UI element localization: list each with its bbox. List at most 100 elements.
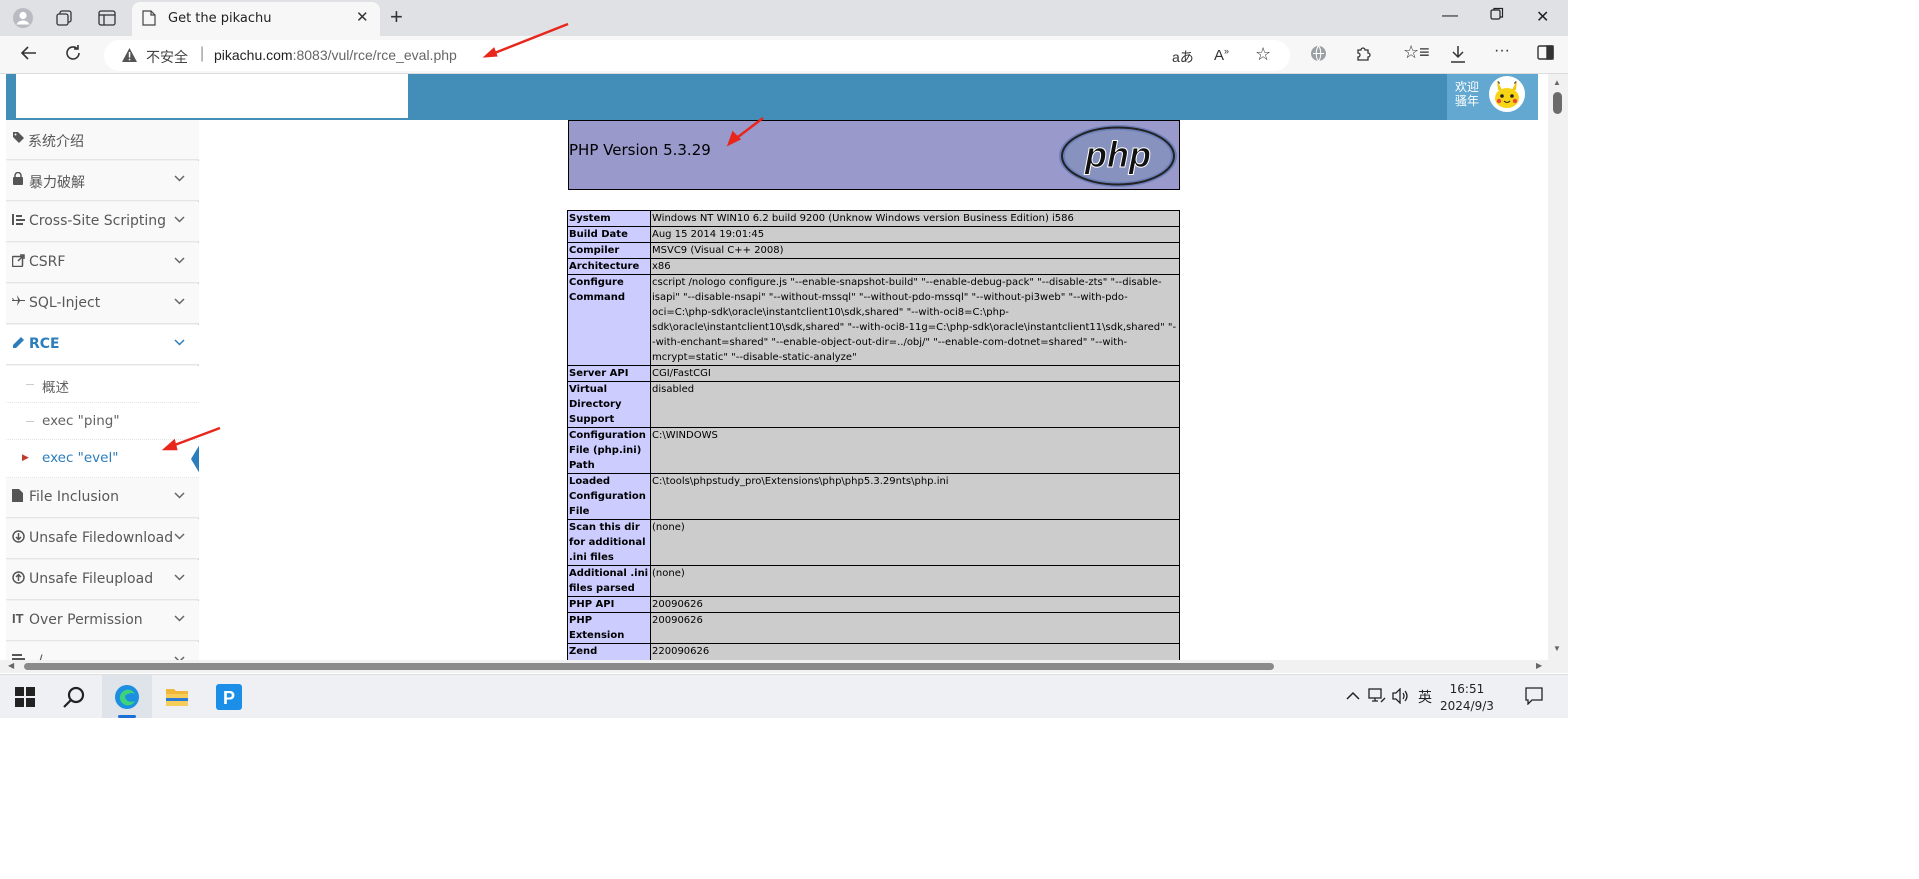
phpinfo-value: C:\WINDOWS	[650, 427, 1180, 474]
file-explorer-icon[interactable]	[165, 686, 189, 713]
horizontal-scrollbar[interactable]: ◀ ▶	[0, 660, 1568, 673]
sidebar-item-csrf[interactable]: CSRF	[6, 243, 199, 283]
taskbar-edge-active[interactable]	[102, 675, 152, 718]
sidebar-item-intro[interactable]: 系统介绍	[6, 120, 199, 160]
search-icon[interactable]	[62, 685, 86, 714]
phpinfo-header: PHP Version 5.3.29 php	[568, 120, 1180, 190]
phpinfo-value: MSVC9 (Visual C++ 2008)	[650, 242, 1180, 259]
phpinfo-row: PHP Extension 20090626	[567, 612, 1180, 644]
address-bar[interactable]: 不安全 | pikachu.com:8083/vul/rce/rce_eval.…	[104, 40, 1290, 71]
url-path: :8083/vul/rce/rce_eval.php	[292, 47, 457, 63]
favorite-star-icon[interactable]: ☆	[1255, 44, 1271, 65]
sidebar-item-label: SQL-Inject	[29, 295, 101, 311]
sidebar-item-over-permission[interactable]: IT Over Permission	[6, 601, 199, 641]
scroll-down-icon[interactable]: ▼	[1553, 644, 1561, 653]
sidebar-item-label: 系统介绍	[28, 134, 84, 150]
sidebar-subitem-overview[interactable]: 概述	[6, 366, 199, 403]
refresh-icon[interactable]	[64, 44, 82, 67]
sidebar-item-file-inclusion[interactable]: File Inclusion	[6, 478, 199, 518]
phpinfo-key: Virtual Directory Support	[567, 381, 651, 428]
phpinfo-key: Zend Extension	[567, 643, 651, 660]
phpinfo-row: Build Date Aug 15 2014 19:01:45	[567, 226, 1180, 243]
scroll-left-icon[interactable]: ◀	[8, 661, 14, 670]
sidebar-item-unsafe-fileupload[interactable]: Unsafe Fileupload	[6, 560, 199, 600]
scroll-up-icon[interactable]: ▲	[1553, 78, 1561, 87]
pikachu-avatar[interactable]	[1489, 76, 1525, 112]
sidebar-subitem-exec-evel[interactable]: ▶ exec "evel"	[6, 440, 200, 478]
sidebar-item-label: File Inclusion	[29, 489, 119, 505]
volume-icon[interactable]	[1392, 687, 1410, 709]
security-label[interactable]: 不安全	[146, 47, 188, 67]
phpinfo-row: Compiler MSVC9 (Visual C++ 2008)	[567, 242, 1180, 259]
phpstudy-app-icon[interactable]: P	[216, 684, 242, 715]
browser-toolbar: 不安全 | pikachu.com:8083/vul/rce/rce_eval.…	[0, 36, 1568, 74]
sidebar-item-bruteforce[interactable]: 暴力破解	[6, 161, 199, 201]
sidebar-item-unsafe-filedownload[interactable]: Unsafe Filedownload	[6, 519, 199, 559]
ime-indicator[interactable]: 英	[1418, 687, 1432, 707]
phpinfo-key: Build Date	[567, 226, 651, 243]
svg-text:P: P	[223, 688, 235, 708]
phpinfo-value: CGI/FastCGI	[650, 365, 1180, 382]
tree-line	[26, 421, 34, 422]
network-icon[interactable]	[1368, 688, 1386, 709]
file-icon	[12, 489, 28, 505]
read-aloud-icon[interactable]: A»	[1214, 46, 1229, 64]
extensions-icon[interactable]	[1355, 45, 1373, 67]
active-tab[interactable]: Get the pikachu ✕	[132, 2, 380, 36]
sidebar-item-partial[interactable]: ../..	[6, 642, 199, 660]
workspaces-icon[interactable]	[52, 6, 76, 30]
sidebar-item-rce[interactable]: RCE	[6, 325, 201, 365]
phpinfo-value: x86	[650, 258, 1180, 275]
sidebar-toggle-icon[interactable]	[1537, 45, 1554, 64]
more-menu-icon[interactable]: ···	[1494, 42, 1510, 60]
favorites-icon[interactable]: ☆≡	[1403, 42, 1430, 63]
plane-icon	[12, 295, 28, 309]
minimize-icon[interactable]: —	[1442, 7, 1458, 25]
sidebar-subitem-exec-ping[interactable]: exec "ping"	[6, 403, 199, 440]
chevron-down-icon	[174, 253, 185, 267]
sidebar-subitem-label: 概述	[42, 380, 69, 396]
translate-icon[interactable]: aあ	[1172, 47, 1194, 67]
restore-icon[interactable]	[1490, 7, 1504, 26]
profile-icon[interactable]	[11, 6, 35, 30]
warning-icon[interactable]	[121, 47, 138, 68]
main-content: PHP Version 5.3.29 php System Windows NT …	[199, 120, 1548, 660]
show-hidden-icons-icon[interactable]	[1346, 687, 1360, 703]
tab-close-icon[interactable]: ✕	[356, 8, 369, 26]
new-tab-icon[interactable]: +	[390, 4, 403, 30]
windows-start-icon[interactable]	[15, 687, 35, 712]
sidebar-item-sqli[interactable]: SQL-Inject	[6, 284, 199, 324]
downloads-icon[interactable]	[1450, 45, 1466, 67]
url-text[interactable]: pikachu.com:8083/vul/rce/rce_eval.php	[214, 47, 457, 65]
windows-taskbar: P 英 16:51 2024/9/3	[0, 674, 1568, 718]
upload-circle-icon	[12, 571, 28, 587]
chevron-down-icon	[174, 570, 185, 584]
phpinfo-row: Additional .ini files parsed (none)	[567, 565, 1180, 597]
close-window-icon[interactable]: ✕	[1536, 7, 1549, 27]
tag-icon	[12, 131, 28, 147]
welcome-line-1: 欢迎	[1455, 80, 1480, 94]
phpinfo-row: PHP API 20090626	[567, 596, 1180, 613]
phpinfo-row: Loaded Configuration File C:\tools\phpstu…	[567, 473, 1180, 520]
sidebar-item-xss[interactable]: Cross-Site Scripting	[6, 202, 199, 242]
vertical-scrollbar[interactable]: ▲ ▼	[1548, 74, 1568, 660]
vertical-tabs-icon[interactable]	[95, 6, 119, 30]
notifications-icon[interactable]	[1525, 687, 1543, 710]
phpinfo-row: Zend Extension220090626	[567, 643, 1180, 660]
sidebar-item-label: ../..	[29, 653, 52, 660]
sidebar-item-label: Unsafe Filedownload	[29, 530, 174, 546]
system-clock[interactable]: 16:51 2024/9/3	[1440, 681, 1494, 715]
scroll-right-icon[interactable]: ▶	[1536, 661, 1542, 670]
horizontal-scroll-thumb[interactable]	[24, 663, 1274, 670]
chevron-down-icon	[174, 611, 185, 625]
site-navbar: 欢迎 骚年	[6, 74, 1538, 120]
php-logo: php	[1059, 125, 1177, 187]
chevron-down-icon	[174, 335, 185, 349]
vertical-scroll-thumb[interactable]	[1553, 92, 1562, 114]
phpinfo-row: Configuration File (php.ini) Path C:\WIND…	[567, 427, 1180, 474]
back-icon[interactable]	[20, 44, 38, 67]
phpinfo-row: System Windows NT WIN10 6.2 build 9200 (U…	[567, 210, 1180, 227]
site-logo-area	[16, 74, 408, 118]
browser-essentials-icon[interactable]	[1310, 45, 1327, 66]
user-menu[interactable]: 欢迎 骚年	[1447, 74, 1538, 120]
